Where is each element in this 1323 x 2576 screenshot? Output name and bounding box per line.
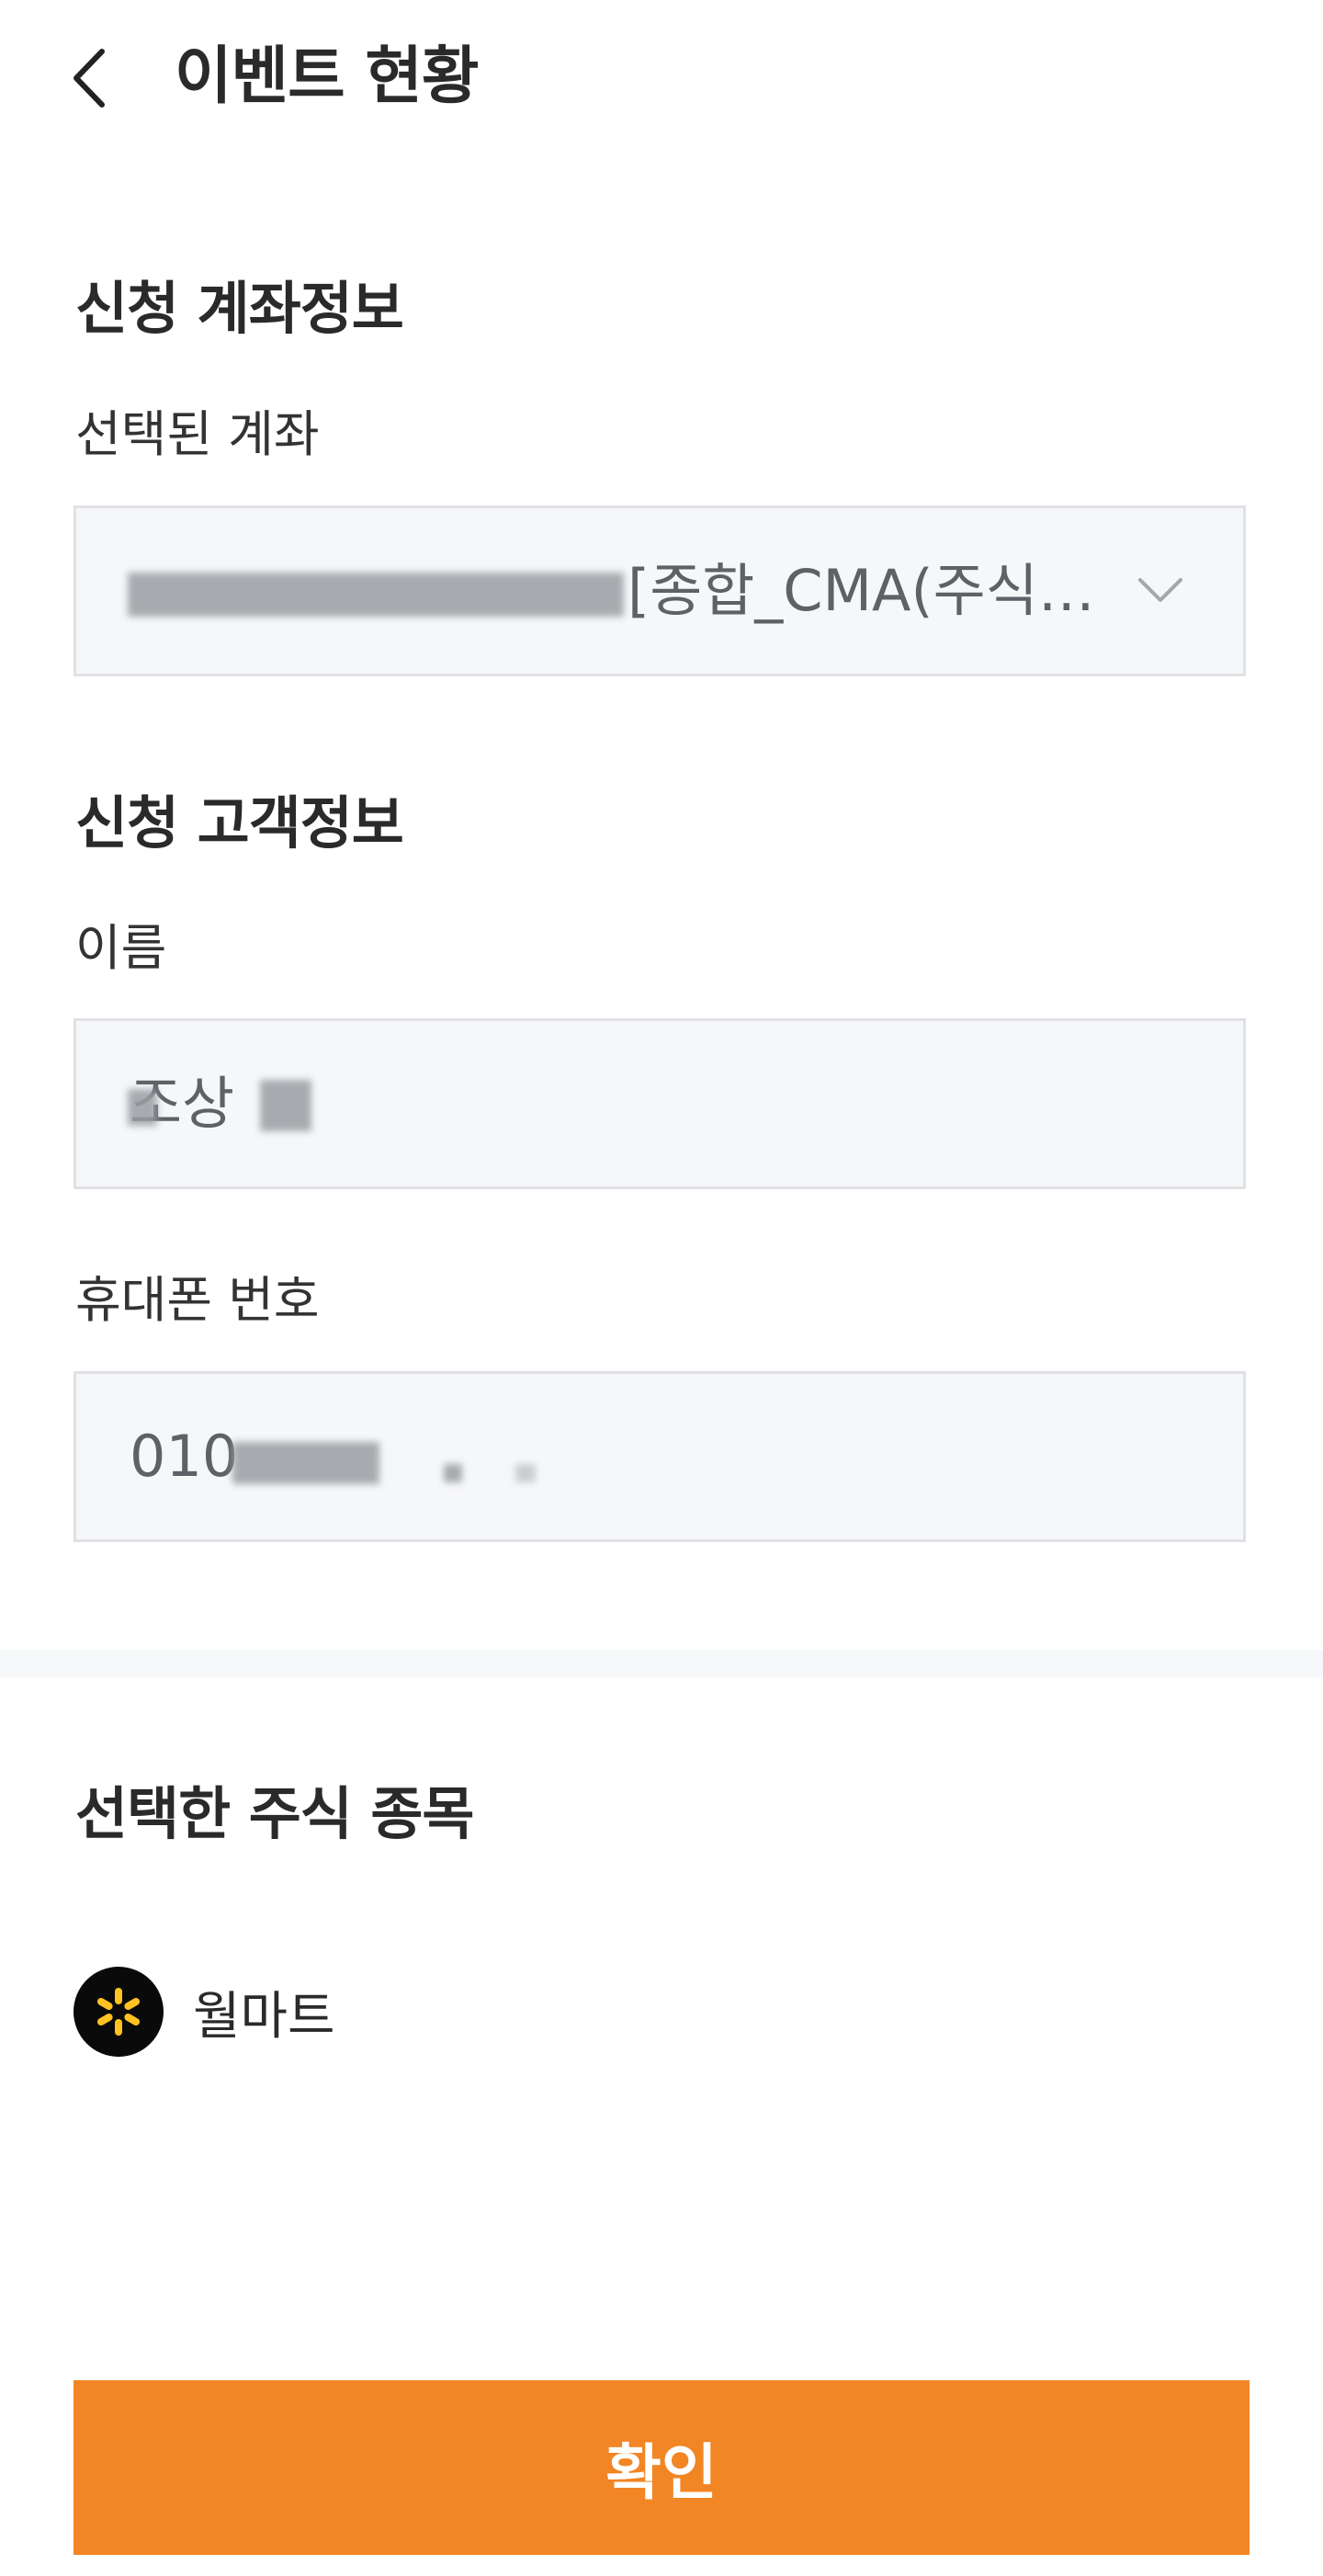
section-divider bbox=[0, 1650, 1323, 1677]
phone-label: 휴대폰 번호 bbox=[75, 1271, 320, 1329]
name-label: 이름 bbox=[75, 919, 167, 977]
confirm-button[interactable]: 확인 bbox=[74, 2380, 1250, 2555]
account-select-value: [종합_CMA(주식… bbox=[628, 557, 1095, 624]
customer-section-title: 신청 고객정보 bbox=[75, 789, 404, 857]
chevron-left-icon bbox=[74, 49, 105, 108]
masked-phone-part bbox=[232, 1442, 379, 1484]
header: 이벤트 현황 bbox=[0, 0, 1323, 156]
back-button[interactable] bbox=[57, 37, 121, 119]
page-title: 이벤트 현황 bbox=[175, 40, 479, 113]
masked-phone-part bbox=[515, 1464, 536, 1482]
walmart-logo-icon bbox=[74, 1967, 164, 2057]
chevron-down-icon bbox=[1138, 578, 1182, 602]
phone-value: 010 bbox=[130, 1423, 239, 1490]
masked-phone-part bbox=[444, 1464, 462, 1482]
account-section-title: 신청 계좌정보 bbox=[75, 275, 404, 342]
walmart-spark-icon bbox=[96, 1988, 141, 2036]
masked-name-part bbox=[128, 1089, 157, 1126]
phone-field[interactable]: 010 bbox=[74, 1371, 1246, 1542]
stock-section-title: 선택한 주식 종목 bbox=[75, 1780, 474, 1847]
selected-account-label: 선택된 계좌 bbox=[75, 405, 320, 463]
account-select[interactable]: [종합_CMA(주식… bbox=[74, 505, 1246, 676]
masked-name-part bbox=[260, 1080, 311, 1131]
stock-item[interactable]: 월마트 bbox=[74, 1967, 335, 2057]
stock-name: 월마트 bbox=[193, 1986, 335, 2047]
masked-account-number bbox=[128, 573, 624, 617]
name-field[interactable]: 조상 bbox=[74, 1018, 1246, 1189]
